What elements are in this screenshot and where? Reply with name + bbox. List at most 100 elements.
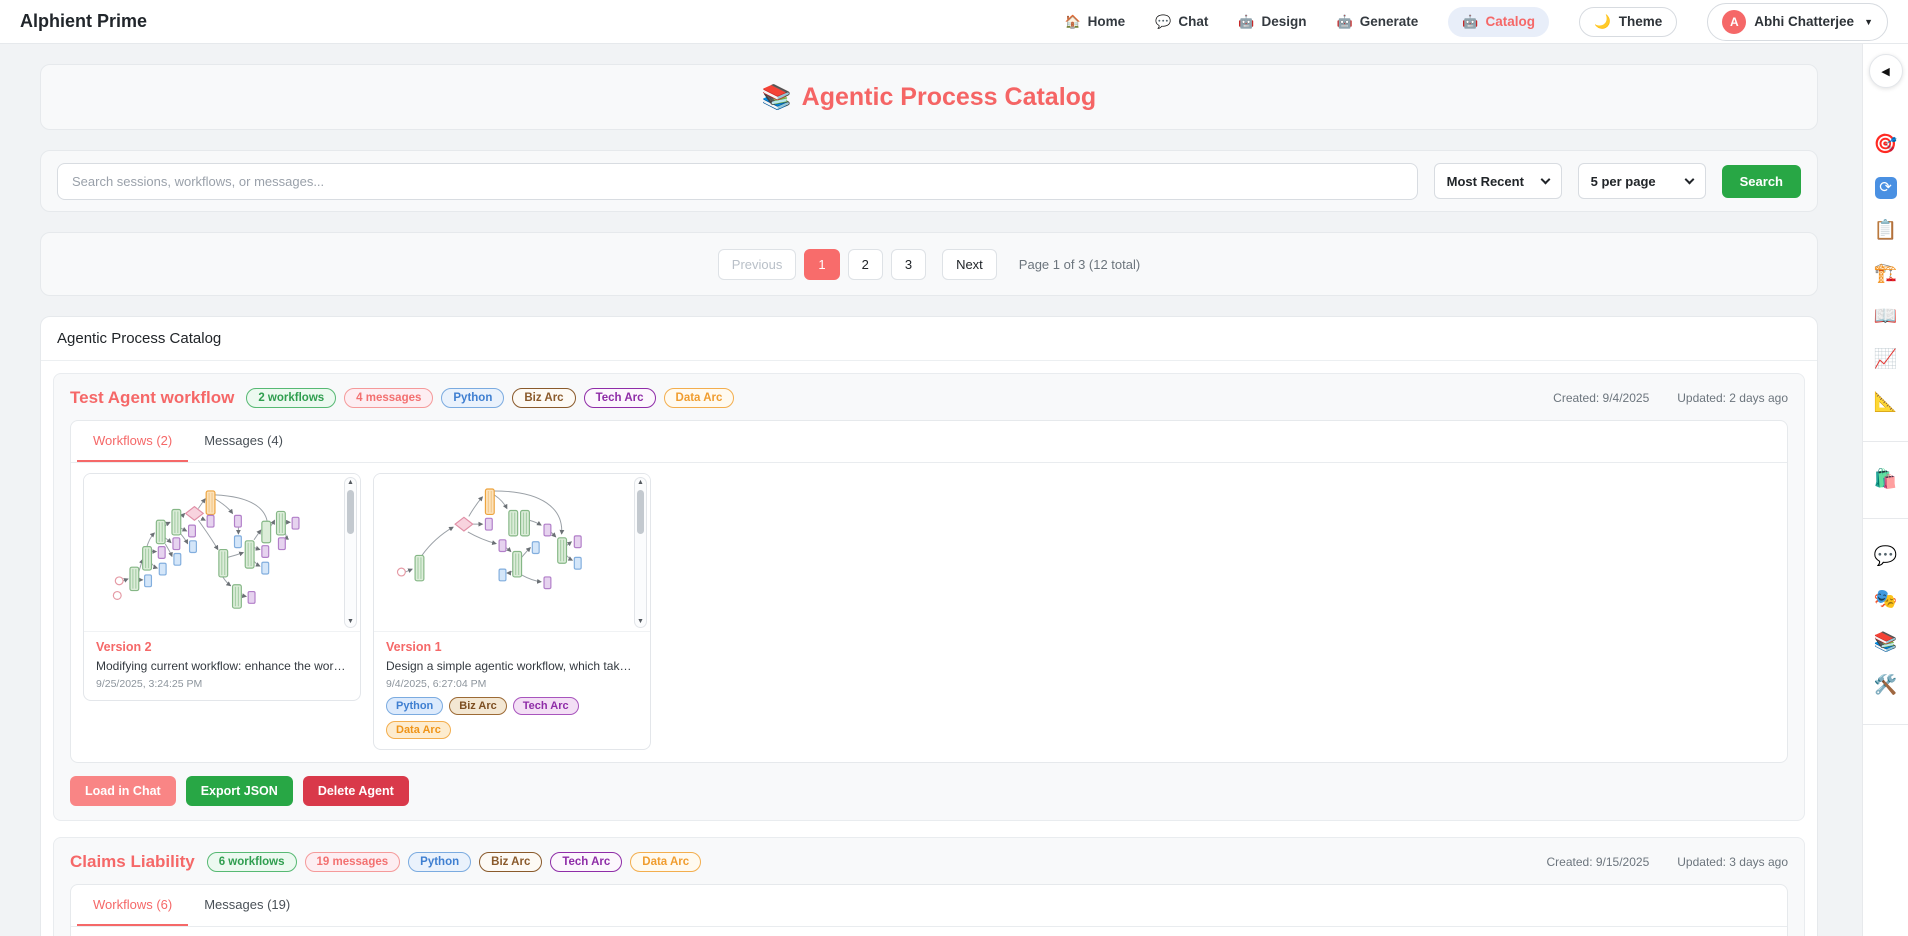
search-panel: Most Recent 5 per page Search xyxy=(40,150,1818,212)
thumbnail-scrollbar[interactable]: ▲ ▼ xyxy=(634,477,647,628)
page-2-button[interactable]: 2 xyxy=(848,249,883,280)
thumbnail-scrollbar[interactable]: ▲ ▼ xyxy=(344,477,357,628)
agent-tabs: Workflows (6) Messages (19) xyxy=(71,885,1787,927)
chevron-down-icon xyxy=(1684,175,1694,185)
agent-title: Claims Liability xyxy=(70,852,195,872)
workflow-thumbnail[interactable]: ▲ ▼ xyxy=(374,474,650,632)
scrollbar-thumb[interactable] xyxy=(637,490,644,534)
page-1-button[interactable]: 1 xyxy=(804,249,839,280)
per-page-selected-value: 5 per page xyxy=(1591,174,1656,189)
catalog-panel: Agentic Process Catalog Test Agent workf… xyxy=(40,316,1818,936)
performing-arts-icon[interactable]: 🎭 xyxy=(1874,589,1898,611)
nav-chat-label: Chat xyxy=(1178,14,1208,29)
badge-biz-arc: Biz Arc xyxy=(449,697,507,715)
workflow-diagram xyxy=(86,476,340,629)
badge-python: Python xyxy=(386,697,443,715)
agent-detail-panel: Workflows (6) Messages (19) ▲ ▼ xyxy=(70,884,1788,936)
nav-catalog-label: Catalog xyxy=(1485,14,1535,29)
avatar: A xyxy=(1722,10,1746,34)
badge-biz-arc: Biz Arc xyxy=(479,852,542,872)
load-in-chat-button[interactable]: Load in Chat xyxy=(70,776,176,806)
tools-icon[interactable]: 🛠️ xyxy=(1874,675,1898,697)
badge-python: Python xyxy=(441,388,504,408)
chevron-down-icon xyxy=(1540,175,1550,185)
nav-item-home[interactable]: 🏠 Home xyxy=(1064,14,1125,30)
rail-divider xyxy=(1863,441,1908,442)
theme-toggle-button[interactable]: 🌙 Theme xyxy=(1579,7,1677,37)
agent-header: Claims Liability 6 workflows19 messagesP… xyxy=(70,852,1788,872)
tab-messages[interactable]: Messages (4) xyxy=(188,421,299,462)
rail-divider xyxy=(1863,724,1908,725)
shopping-bags-icon[interactable]: 🛍️ xyxy=(1874,469,1898,491)
nav-design-label: Design xyxy=(1262,14,1307,29)
delete-agent-button[interactable]: Delete Agent xyxy=(303,776,409,806)
clipboard-icon[interactable]: 📋 xyxy=(1874,220,1898,242)
workflow-timestamp: 9/25/2025, 3:24:25 PM xyxy=(96,678,348,690)
workflow-version: Version 1 xyxy=(386,640,638,654)
scroll-down-icon[interactable]: ▼ xyxy=(637,617,644,627)
speech-balloon-icon[interactable]: 💬 xyxy=(1874,546,1898,568)
nav-item-generate[interactable]: 🤖 Generate xyxy=(1337,14,1419,30)
scrollbar-thumb[interactable] xyxy=(347,490,354,534)
search-button[interactable]: Search xyxy=(1722,165,1801,198)
page-3-button[interactable]: 3 xyxy=(891,249,926,280)
badge-19-messages: 19 messages xyxy=(305,852,401,872)
target-icon[interactable]: 🎯 xyxy=(1874,134,1898,156)
home-icon: 🏠 xyxy=(1064,14,1080,30)
badge-data-arc: Data Arc xyxy=(386,721,451,739)
created-date: Created: 9/15/2025 xyxy=(1547,855,1650,869)
tab-workflows[interactable]: Workflows (2) xyxy=(77,421,188,462)
agent-actions: Load in Chat Export JSON Delete Agent xyxy=(70,776,1788,806)
agent-header: Test Agent workflow 2 workflows 4 message… xyxy=(70,388,1788,408)
created-date: Created: 9/4/2025 xyxy=(1553,391,1649,405)
updated-date: Updated: 2 days ago xyxy=(1677,391,1788,405)
nav-generate-label: Generate xyxy=(1360,14,1419,29)
agent-title: Test Agent workflow xyxy=(70,388,234,408)
page-title: 📚 Agentic Process Catalog xyxy=(762,83,1096,112)
search-input[interactable] xyxy=(57,163,1418,200)
books-icon[interactable]: 📚 xyxy=(1874,632,1898,654)
per-page-select[interactable]: 5 per page xyxy=(1578,163,1706,199)
chart-increasing-icon[interactable]: 📈 xyxy=(1874,349,1898,371)
collapse-left-icon: ◀ xyxy=(1881,65,1889,78)
scroll-down-icon[interactable]: ▼ xyxy=(347,617,354,627)
previous-page-button[interactable]: Previous xyxy=(718,249,797,280)
page-title-panel: 📚 Agentic Process Catalog xyxy=(40,64,1818,130)
scroll-up-icon[interactable]: ▲ xyxy=(637,478,644,488)
agent-badges: 6 workflows19 messagesPythonBiz ArcTech … xyxy=(207,852,701,872)
nav-item-chat[interactable]: 💬 Chat xyxy=(1155,14,1208,30)
right-sidebar: ◀ 🎯 ⟳ 📋 🏗️ 📖 📈 📐 🛍️ 💬 🎭 📚 🛠️ xyxy=(1862,44,1908,936)
sync-icon[interactable]: ⟳ xyxy=(1875,177,1897,199)
sort-select[interactable]: Most Recent xyxy=(1434,163,1562,199)
tab-messages[interactable]: Messages (19) xyxy=(188,885,306,926)
badge-6-workflows: 6 workflows xyxy=(207,852,297,872)
badge-4-messages: 4 messages xyxy=(344,388,433,408)
scroll-up-icon[interactable]: ▲ xyxy=(347,478,354,488)
tab-workflows[interactable]: Workflows (6) xyxy=(77,885,188,926)
open-book-icon[interactable]: 📖 xyxy=(1874,306,1898,328)
user-menu-button[interactable]: A Abhi Chatterjee ▼ xyxy=(1707,3,1888,41)
workflow-thumbnail[interactable]: ▲ ▼ xyxy=(84,474,360,632)
workflow-card-version-2[interactable]: ▲ ▼ Version 2 Modifying current workflow… xyxy=(83,473,361,701)
nav-home-label: Home xyxy=(1088,14,1126,29)
moon-icon: 🌙 xyxy=(1594,14,1611,30)
catalog-body: Test Agent workflow 2 workflows 4 message… xyxy=(41,361,1817,936)
crane-icon[interactable]: 🏗️ xyxy=(1874,263,1898,285)
nav-item-catalog[interactable]: 🤖 Catalog xyxy=(1448,7,1549,37)
export-json-button[interactable]: Export JSON xyxy=(186,776,293,806)
collapse-sidebar-button[interactable]: ◀ xyxy=(1869,54,1903,88)
workflow-description: Modifying current workflow: enhance the … xyxy=(96,659,348,673)
badge-tech-arc: Tech Arc xyxy=(584,388,656,408)
agent-tabs: Workflows (2) Messages (4) xyxy=(71,421,1787,463)
triangle-ruler-icon[interactable]: 📐 xyxy=(1874,392,1898,414)
workflow-card-version-1[interactable]: ▲ ▼ Version 1 Design a simple agentic wo… xyxy=(373,473,651,750)
workflow-badges: PythonBiz ArcTech ArcData Arc xyxy=(386,697,638,739)
badge-2-workflows: 2 workflows xyxy=(246,388,336,408)
badge-data-arc: Data Arc xyxy=(664,388,735,408)
badge-biz-arc: Biz Arc xyxy=(512,388,575,408)
workflow-info: Version 1 Design a simple agentic workfl… xyxy=(374,632,650,749)
next-page-button[interactable]: Next xyxy=(942,249,997,280)
nav-item-design[interactable]: 🤖 Design xyxy=(1238,14,1306,30)
page-title-text: Agentic Process Catalog xyxy=(802,83,1097,112)
agent-meta: Created: 9/15/2025 Updated: 3 days ago xyxy=(1547,855,1789,869)
